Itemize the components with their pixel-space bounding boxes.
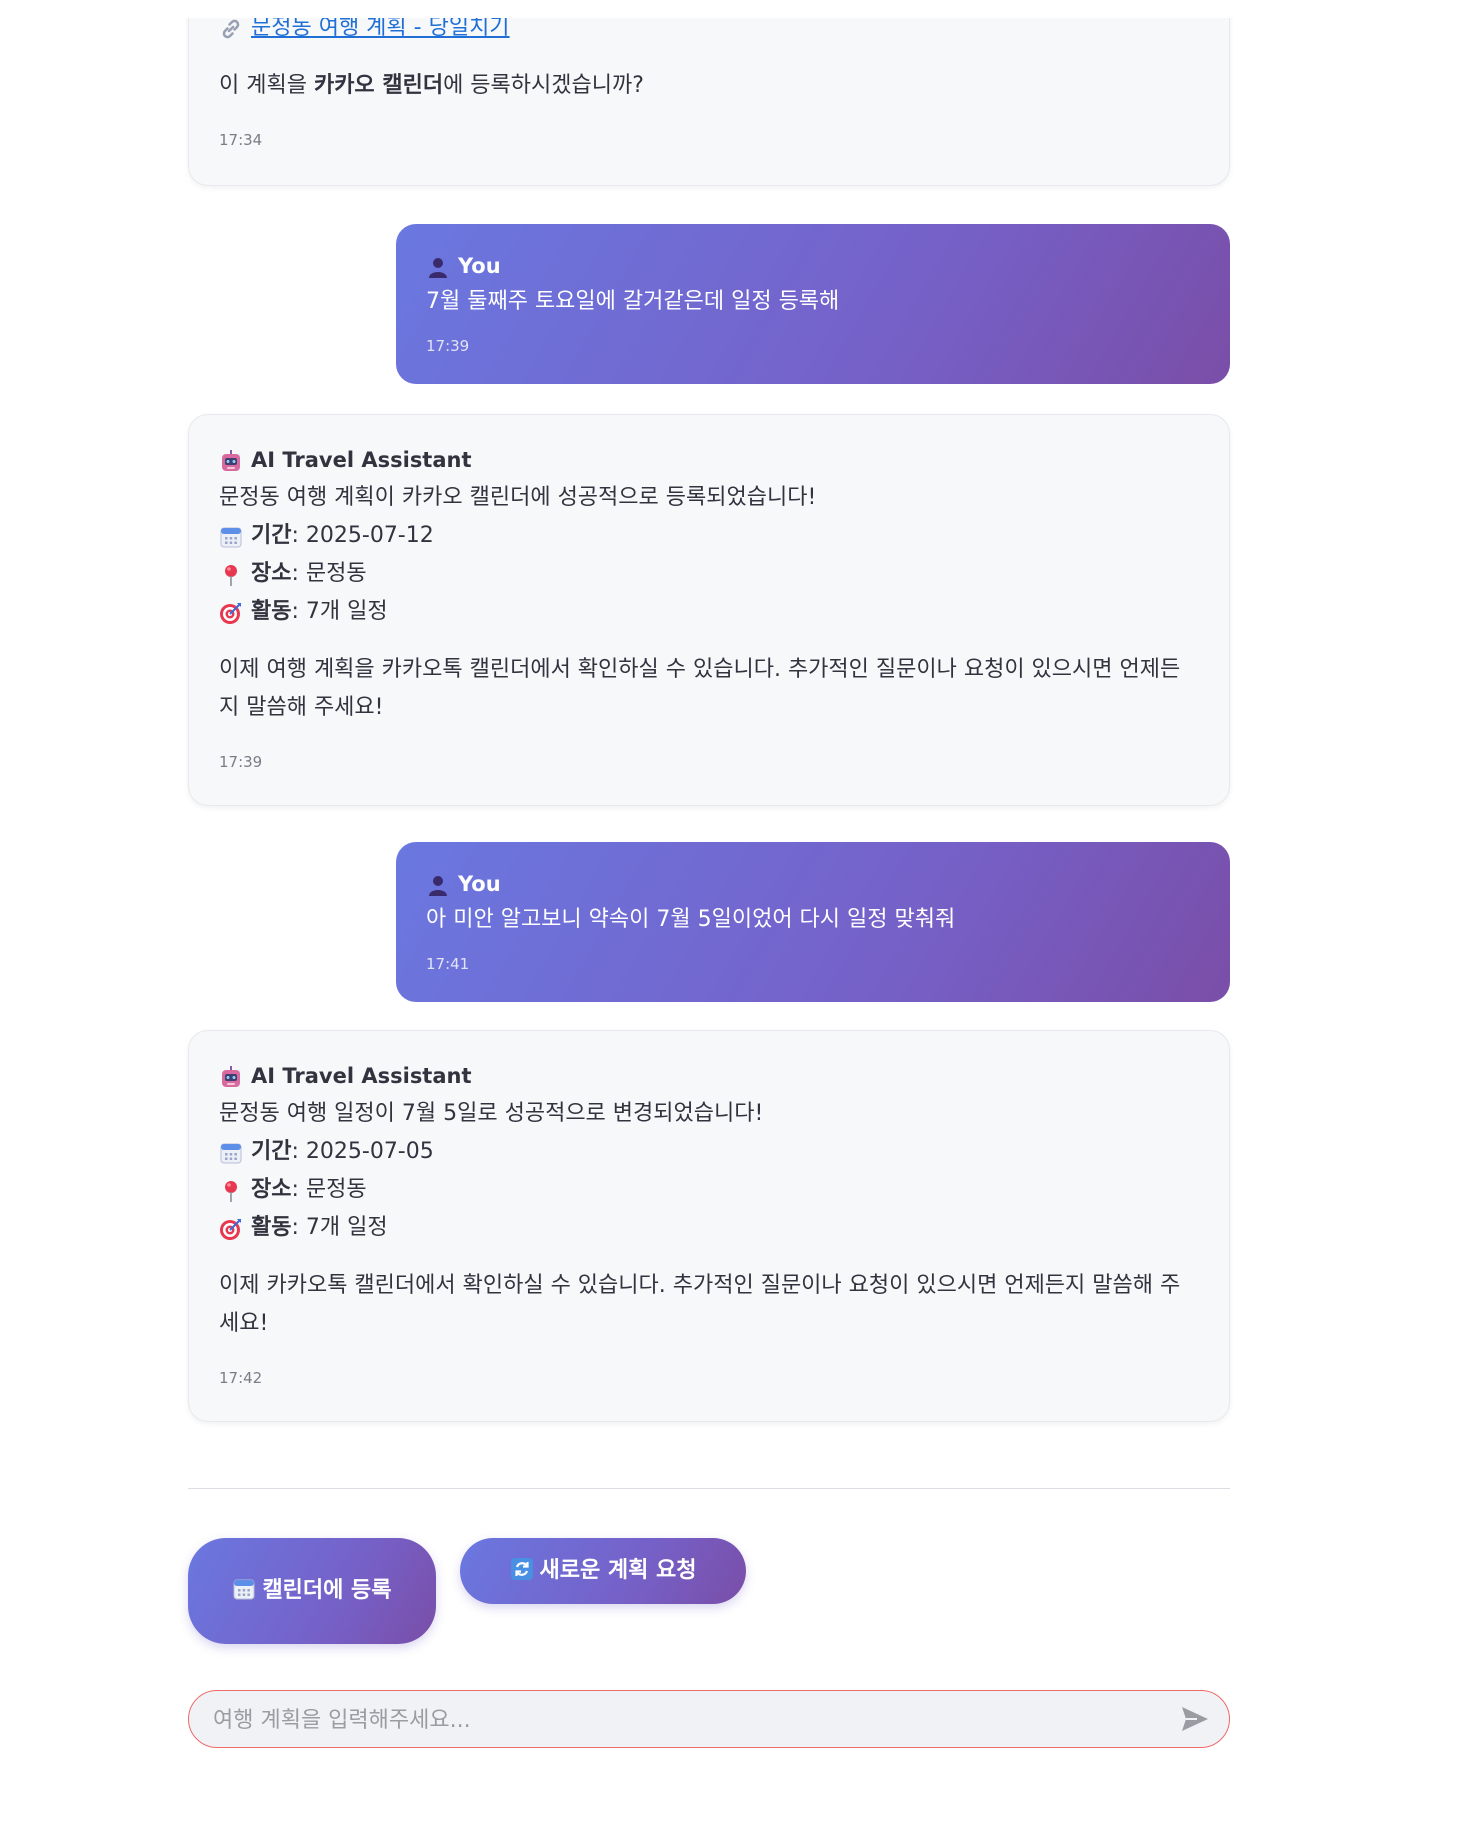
calendar-icon (232, 1577, 256, 1601)
activity-row: 활동: 7개 일정 (219, 1209, 1199, 1247)
calendar-icon (219, 524, 243, 548)
pushpin-icon (219, 562, 243, 586)
refresh-icon (510, 1557, 534, 1581)
user-message: You 아 미안 알고보니 약속이 7월 5일이었어 다시 일정 맞춰줘 17:… (396, 842, 1230, 1002)
place-row: 장소: 문정동 (219, 1171, 1199, 1209)
calendar-question: 이 계획을 카카오 캘린더에 등록하시겠습니까? (219, 73, 644, 98)
chat-input-container (188, 1690, 1230, 1749)
period-row: 기간: 2025-07-12 (219, 517, 1199, 555)
top-bar (0, 0, 1474, 18)
divider (188, 1488, 1230, 1489)
target-icon (219, 600, 243, 624)
register-calendar-label: 캘린더에 등록 (262, 1578, 392, 1603)
message-sender: You (426, 866, 1200, 902)
message-sender: AI Travel Assistant (219, 441, 1199, 479)
person-silhouette-icon (426, 254, 450, 278)
person-silhouette-icon (426, 872, 450, 896)
message-time: 17:39 (426, 337, 470, 355)
message-sender: AI Travel Assistant (219, 1057, 1199, 1095)
user-message: You 7월 둘째주 토요일에 갈거같은데 일정 등록해 17:39 (396, 224, 1230, 384)
message-time: 17:42 (219, 1369, 263, 1387)
calendar-icon (219, 1140, 243, 1164)
message-closing: 이제 여행 계획을 카카오톡 캘린더에서 확인하실 수 있습니다. 추가적인 질… (219, 657, 1181, 720)
message-text: 아 미안 알고보니 약속이 7월 5일이었어 다시 일정 맞춰줘 (426, 907, 956, 932)
new-plan-request-label: 새로운 계획 요청 (539, 1558, 697, 1583)
chat-input[interactable] (211, 1691, 1145, 1749)
assistant-message: AI Travel Assistant 문정동 여행 일정이 7월 5일로 성공… (188, 1030, 1230, 1422)
message-closing: 이제 카카오톡 캘린더에서 확인하실 수 있습니다. 추가적인 질문이나 요청이… (219, 1273, 1181, 1336)
message-time: 17:39 (219, 753, 263, 771)
robot-icon (219, 1064, 243, 1088)
link-icon (219, 16, 243, 40)
period-row: 기간: 2025-07-05 (219, 1133, 1199, 1171)
message-time: 17:34 (219, 131, 263, 149)
assistant-message: 문정동 여행 계획 - 당일치기 이 계획을 카카오 캘린더에 등록하시겠습니까… (188, 0, 1230, 186)
message-time: 17:41 (426, 955, 470, 973)
assistant-message: AI Travel Assistant 문정동 여행 계획이 카카오 캘린더에 … (188, 414, 1230, 806)
activity-row: 활동: 7개 일정 (219, 593, 1199, 631)
robot-icon (219, 448, 243, 472)
message-headline: 문정동 여행 일정이 7월 5일로 성공적으로 변경되었습니다! (219, 1101, 764, 1126)
target-icon (219, 1216, 243, 1240)
register-calendar-button[interactable]: 캘린더에 등록 (188, 1538, 436, 1644)
send-icon[interactable] (1181, 1706, 1209, 1732)
place-row: 장소: 문정동 (219, 555, 1199, 593)
message-text: 7월 둘째주 토요일에 갈거같은데 일정 등록해 (426, 289, 840, 314)
pushpin-icon (219, 1178, 243, 1202)
message-headline: 문정동 여행 계획이 카카오 캘린더에 성공적으로 등록되었습니다! (219, 485, 817, 510)
message-sender: You (426, 248, 1200, 284)
new-plan-request-button[interactable]: 새로운 계획 요청 (460, 1538, 746, 1604)
